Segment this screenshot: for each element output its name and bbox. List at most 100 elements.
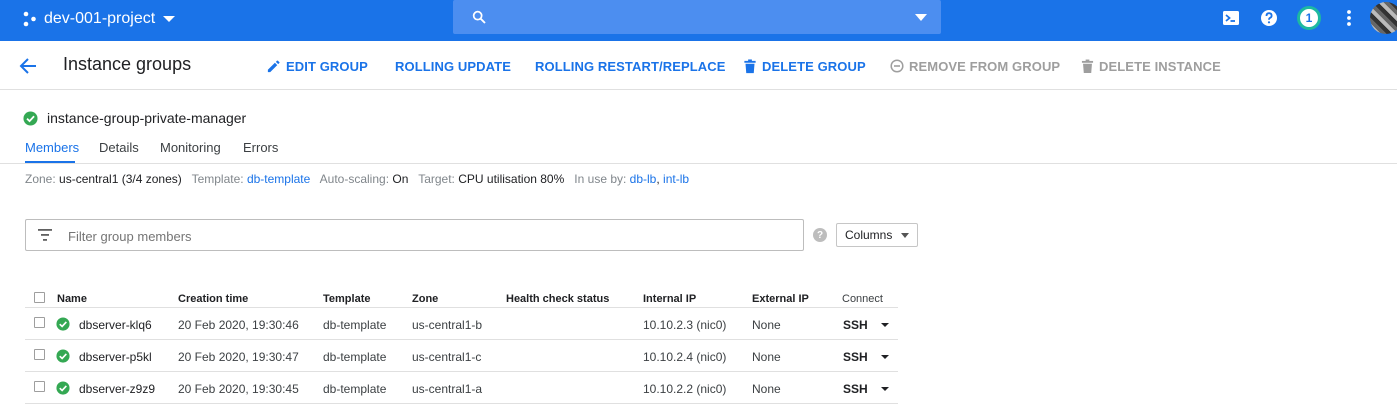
autoscaling-label: Auto-scaling: <box>319 172 390 186</box>
delete-group-button[interactable]: DELETE GROUP <box>743 58 866 74</box>
column-header-health[interactable]: Health check status <box>506 293 609 305</box>
external-ip: None <box>752 382 781 396</box>
rolling-restart-label: ROLLING RESTART/REPLACE <box>535 58 726 74</box>
tab-members[interactable]: Members <box>25 140 79 155</box>
column-header-external-ip[interactable]: External IP <box>752 293 809 305</box>
ssh-button[interactable]: SSH <box>843 318 868 332</box>
creation-time: 20 Feb 2020, 19:30:45 <box>178 382 299 396</box>
check-circle-icon <box>56 349 70 363</box>
tab-errors[interactable]: Errors <box>243 140 278 155</box>
target-value: CPU utilisation 80% <box>458 172 565 186</box>
delete-group-label: DELETE GROUP <box>762 58 866 74</box>
column-header-zone[interactable]: Zone <box>412 293 438 305</box>
remove-from-group-button[interactable]: REMOVE FROM GROUP <box>890 58 1060 74</box>
cloud-shell-icon[interactable] <box>1221 8 1241 28</box>
column-header-name[interactable]: Name <box>57 293 87 305</box>
tab-bar: Members Details Monitoring Errors <box>0 136 1397 164</box>
table-row: dbserver-klq6 20 Feb 2020, 19:30:46 db-t… <box>25 308 898 340</box>
rolling-update-label: ROLLING UPDATE <box>395 58 511 74</box>
zone: us-central1-c <box>412 350 482 364</box>
check-circle-icon <box>56 317 70 331</box>
in-use-separator: , <box>656 172 660 186</box>
ssh-button[interactable]: SSH <box>843 382 868 396</box>
more-vert-icon[interactable] <box>1339 8 1359 28</box>
internal-ip: 10.10.2.3 (nic0) <box>643 318 727 332</box>
internal-ip: 10.10.2.2 (nic0) <box>643 382 727 396</box>
table-row: dbserver-z9z9 20 Feb 2020, 19:30:45 db-t… <box>25 372 898 404</box>
columns-label: Columns <box>845 228 893 242</box>
in-use-by-label: In use by: <box>574 172 627 186</box>
table-row: dbserver-p5kl 20 Feb 2020, 19:30:47 db-t… <box>25 340 898 372</box>
trash-icon <box>1081 59 1094 73</box>
search-bar[interactable] <box>453 0 941 34</box>
active-tab-indicator <box>25 161 75 163</box>
trash-icon <box>744 58 756 73</box>
instance-name[interactable]: dbserver-z9z9 <box>79 382 155 396</box>
ssh-dropdown-icon[interactable] <box>881 355 889 359</box>
template-link[interactable]: db-template <box>247 172 310 186</box>
autoscaling-value: On <box>392 172 409 186</box>
ssh-dropdown-icon[interactable] <box>881 387 889 391</box>
chevron-down-icon <box>901 233 909 238</box>
creation-time: 20 Feb 2020, 19:30:47 <box>178 350 299 364</box>
load-balancer-link-int-lb[interactable]: int-lb <box>663 172 689 186</box>
delete-instance-button[interactable]: DELETE INSTANCE <box>1081 58 1221 74</box>
row-checkbox[interactable] <box>34 349 45 360</box>
internal-ip: 10.10.2.4 (nic0) <box>643 350 727 364</box>
remove-from-group-label: REMOVE FROM GROUP <box>909 58 1061 74</box>
tab-monitoring[interactable]: Monitoring <box>160 140 221 155</box>
help-icon[interactable]: ? <box>813 228 827 242</box>
action-bar: Instance groups EDIT GROUP ROLLING UPDAT… <box>0 41 1397 90</box>
filter-bar <box>25 219 804 251</box>
rolling-restart-button[interactable]: ROLLING RESTART/REPLACE <box>535 58 726 74</box>
group-info-line: Zone: us-central1 (3/4 zones) Template: … <box>25 172 689 186</box>
avatar[interactable] <box>1370 2 1397 34</box>
ssh-dropdown-icon[interactable] <box>881 323 889 327</box>
edit-group-label: EDIT GROUP <box>286 58 368 74</box>
search-dropdown-icon[interactable] <box>915 14 927 21</box>
template: db-template <box>323 350 387 364</box>
template: db-template <box>323 318 387 332</box>
columns-button[interactable]: Columns <box>836 223 918 247</box>
pencil-icon <box>267 59 280 72</box>
column-header-internal-ip[interactable]: Internal IP <box>643 293 696 305</box>
select-all-checkbox[interactable] <box>34 292 45 303</box>
check-circle-icon <box>23 110 38 126</box>
tab-details[interactable]: Details <box>99 140 139 155</box>
external-ip: None <box>752 318 781 332</box>
external-ip: None <box>752 350 781 364</box>
check-circle-icon <box>56 381 70 395</box>
row-checkbox[interactable] <box>34 317 45 328</box>
filter-input[interactable] <box>68 226 768 246</box>
load-balancer-link-db-lb[interactable]: db-lb <box>630 172 657 186</box>
table-header-row: Name Creation time Template Zone Health … <box>25 283 898 308</box>
template-label: Template: <box>191 172 244 186</box>
project-icon <box>23 11 36 27</box>
chevron-down-icon <box>163 16 176 22</box>
instance-name[interactable]: dbserver-klq6 <box>79 318 152 332</box>
page-title: Instance groups <box>63 54 192 74</box>
remove-circle-icon <box>890 59 904 73</box>
back-arrow-icon[interactable] <box>18 56 38 76</box>
edit-group-button[interactable]: EDIT GROUP <box>266 58 368 74</box>
members-table: Name Creation time Template Zone Health … <box>25 283 898 404</box>
rolling-update-button[interactable]: ROLLING UPDATE <box>395 58 511 74</box>
column-header-connect: Connect <box>842 293 883 305</box>
ssh-button[interactable]: SSH <box>843 350 868 364</box>
row-checkbox[interactable] <box>34 381 45 392</box>
group-name: instance-group-private-manager <box>47 110 247 126</box>
filter-icon <box>38 229 52 241</box>
creation-time: 20 Feb 2020, 19:30:46 <box>178 318 299 332</box>
zone: us-central1-a <box>412 382 483 396</box>
column-header-creation-time[interactable]: Creation time <box>178 293 248 305</box>
column-header-template[interactable]: Template <box>323 293 370 305</box>
project-name: dev-001-project <box>44 10 156 27</box>
instance-name[interactable]: dbserver-p5kl <box>79 350 152 364</box>
zone-value: us-central1 (3/4 zones) <box>59 172 182 186</box>
notifications-badge[interactable]: 1 <box>1297 6 1321 30</box>
project-selector[interactable]: dev-001-project <box>22 8 176 30</box>
group-header: instance-group-private-manager <box>23 110 246 126</box>
top-app-bar: dev-001-project 1 <box>0 0 1397 41</box>
help-icon[interactable] <box>1259 8 1279 28</box>
zone-label: Zone: <box>25 172 56 186</box>
